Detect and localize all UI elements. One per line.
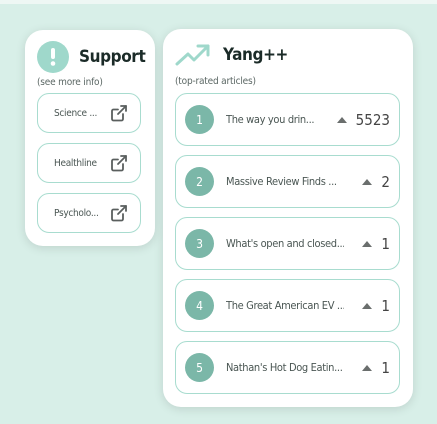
article-title: Massive Review Finds ... [226, 175, 337, 188]
article-title: What's open and closed... [226, 237, 344, 250]
article-item[interactable]: 3 What's open and closed... 1 [175, 217, 400, 270]
support-link-label: Psycholo... [54, 207, 99, 219]
rank-badge: 4 [185, 291, 214, 320]
support-link-healthline[interactable]: Healthline [37, 143, 141, 183]
article-title: Nathan's Hot Dog Eatin... [226, 361, 343, 374]
external-link-icon [110, 154, 128, 172]
external-link-icon [110, 204, 128, 222]
top-strip [0, 0, 437, 4]
external-link-icon [110, 104, 128, 122]
exclamation-circle-icon [37, 41, 69, 73]
upvote-triangle-icon[interactable] [362, 240, 373, 247]
support-card: Support (see more info) Science ... Heal… [25, 30, 155, 246]
vote-area[interactable]: 2 [362, 173, 390, 191]
vote-count: 1 [381, 234, 390, 253]
yang-title: Yang++ [223, 45, 288, 65]
vote-count: 2 [381, 172, 390, 191]
support-link-label: Healthline [54, 157, 97, 169]
vote-area[interactable]: 1 [362, 235, 390, 253]
rank-badge: 2 [185, 167, 214, 196]
article-item[interactable]: 4 The Great American EV ... 1 [175, 279, 400, 332]
rank-badge: 5 [185, 353, 214, 382]
support-header: Support [37, 41, 146, 73]
vote-area[interactable]: 1 [362, 359, 390, 377]
yang-header: Yang++ [175, 43, 288, 67]
rank-badge: 1 [185, 105, 214, 134]
vote-count: 1 [381, 358, 390, 377]
article-item[interactable]: 1 The way you drin... 5523 [175, 93, 400, 146]
rank-badge: 3 [185, 229, 214, 258]
upvote-triangle-icon[interactable] [336, 116, 347, 123]
upvote-triangle-icon[interactable] [362, 364, 373, 371]
support-subtitle: (see more info) [37, 77, 103, 88]
support-link-science[interactable]: Science ... [37, 93, 141, 133]
vote-count: 1 [381, 296, 390, 315]
upvote-triangle-icon[interactable] [362, 302, 373, 309]
article-title: The way you drin... [226, 113, 315, 126]
vote-area[interactable]: 1 [362, 297, 390, 315]
yang-card: Yang++ (top-rated articles) 1 The way yo… [163, 29, 413, 407]
trending-up-icon [175, 43, 211, 67]
support-link-psychology[interactable]: Psycholo... [37, 193, 141, 233]
support-title: Support [79, 47, 146, 67]
article-item[interactable]: 2 Massive Review Finds ... 2 [175, 155, 400, 208]
article-item[interactable]: 5 Nathan's Hot Dog Eatin... 1 [175, 341, 400, 394]
yang-subtitle: (top-rated articles) [175, 76, 256, 87]
vote-area[interactable]: 5523 [336, 110, 390, 129]
upvote-triangle-icon[interactable] [362, 178, 373, 185]
article-title: The Great American EV ... [226, 299, 344, 312]
vote-count: 5523 [355, 110, 390, 129]
support-link-label: Science ... [54, 107, 98, 119]
